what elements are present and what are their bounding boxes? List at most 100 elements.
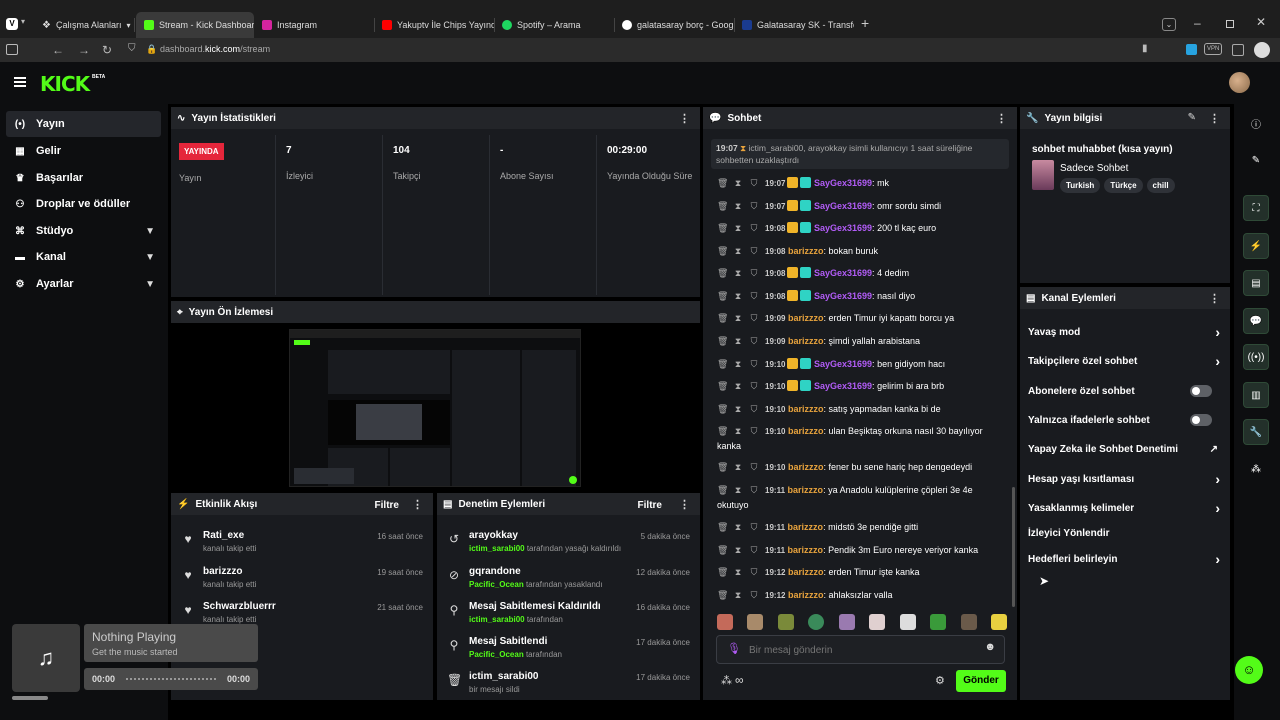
chat-scrollbar[interactable] (1012, 487, 1015, 607)
chevron-down-icon[interactable]: ▾ (21, 17, 25, 26)
chat-username[interactable]: barizzzo (788, 462, 824, 472)
timeout-icon[interactable]: ⧗ (733, 266, 743, 280)
emotes-only-toggle[interactable] (1190, 414, 1212, 426)
timeout-icon[interactable]: ⧗ (733, 588, 743, 602)
delete-message-icon[interactable]: 🗑 (717, 402, 728, 416)
event-user[interactable]: Rati_exe (203, 530, 244, 541)
fullscreen-icon[interactable]: ⛶ (1243, 195, 1269, 221)
delete-message-icon[interactable]: 🗑 (717, 334, 728, 348)
delete-message-icon[interactable]: 🗑 (717, 221, 728, 235)
ban-user-icon[interactable]: ⛉ (749, 244, 759, 258)
delete-message-icon[interactable]: 🗑 (717, 483, 728, 497)
music-progress-bar[interactable]: 00:00 00:00 (84, 668, 258, 690)
timeout-icon[interactable]: ⧗ (733, 289, 743, 303)
info-icon[interactable]: ⓘ (1243, 110, 1269, 136)
mod-target[interactable]: Mesaj Sabitlendi (469, 636, 547, 647)
chat-username[interactable]: barizzzo (788, 404, 824, 414)
browser-tab[interactable]: Spotify – Arama (494, 12, 614, 38)
delete-message-icon[interactable]: 🗑 (717, 289, 728, 303)
tag[interactable]: Turkish (1060, 178, 1101, 193)
ban-user-icon[interactable]: ⛉ (749, 334, 759, 348)
browser-tab[interactable]: galatasaray borç - Google' (614, 12, 734, 38)
music-artwork[interactable]: ♫ (12, 624, 80, 692)
browser-tab[interactable]: Yakuptv İle Chips Yayında K (374, 12, 494, 38)
more-options-icon[interactable]: ⋮ (1209, 112, 1220, 125)
emote-icon[interactable] (777, 614, 794, 630)
layout-icon[interactable]: ▥ (1243, 382, 1269, 408)
ban-user-icon[interactable]: ⛉ (749, 357, 759, 371)
browser-tab[interactable]: Instagram (254, 12, 374, 38)
emote-icon[interactable] (838, 614, 855, 630)
kick-logo[interactable]: KICK (40, 72, 90, 96)
timeout-icon[interactable]: ⧗ (733, 357, 743, 371)
ban-user-icon[interactable]: ⛉ (749, 424, 759, 438)
ban-user-icon[interactable]: ⛉ (749, 221, 759, 235)
playback-scrubber[interactable] (12, 696, 48, 700)
reload-icon[interactable]: ↻ (102, 43, 112, 57)
chat-username[interactable]: barizzzo (788, 590, 824, 600)
timeout-icon[interactable]: ⧗ (733, 199, 743, 213)
chat-tools-icon[interactable]: ⁂ (721, 674, 732, 687)
ban-user-icon[interactable]: ⛉ (749, 402, 759, 416)
timeout-icon[interactable]: ⧗ (733, 221, 743, 235)
event-user[interactable]: barizzzo (203, 566, 242, 577)
infinity-icon[interactable]: ∞ (735, 673, 744, 687)
delete-message-icon[interactable]: 🗑 (717, 266, 728, 280)
timeout-icon[interactable]: ⧗ (733, 334, 743, 348)
subscribers-only-toggle[interactable] (1190, 385, 1212, 397)
more-options-icon[interactable]: ⋮ (1209, 292, 1220, 305)
more-options-icon[interactable]: ⋮ (412, 498, 423, 511)
ai-moderation-row[interactable]: Yapay Zeka ile Sohbet Denetimi ↗ (1028, 438, 1220, 460)
chat-username[interactable]: SayGex31699 (814, 223, 872, 233)
delete-message-icon[interactable]: 🗑 (717, 424, 728, 438)
ban-user-icon[interactable]: ⛉ (749, 289, 759, 303)
chat-settings-icon[interactable]: ⚙ (935, 674, 945, 687)
ban-user-icon[interactable]: ⛉ (749, 199, 759, 213)
ban-user-icon[interactable]: ⛉ (749, 520, 759, 534)
ban-user-icon[interactable]: ⛉ (749, 311, 759, 325)
forward-icon[interactable]: → (78, 43, 90, 57)
sidebar-toggle-icon[interactable] (6, 44, 18, 55)
tag[interactable]: chill (1146, 178, 1175, 193)
edit-icon[interactable]: ✎ (1243, 147, 1269, 173)
extension-icon[interactable] (1186, 44, 1197, 55)
category-name[interactable]: Sadece Sohbet (1060, 163, 1128, 174)
bookmark-icon[interactable]: ▮ (1142, 43, 1148, 54)
edit-icon[interactable]: ✎ (1188, 112, 1196, 123)
delete-message-icon[interactable]: 🗑 (717, 244, 728, 258)
maximize-button[interactable] (1226, 20, 1234, 28)
chat-username[interactable]: barizzzo (788, 246, 824, 256)
close-window-button[interactable]: ✕ (1256, 15, 1266, 29)
emote-icon[interactable] (899, 614, 916, 630)
new-tab-button[interactable]: + (861, 15, 869, 31)
set-goals-row[interactable]: Hedefleri belirleyin › (1028, 548, 1220, 570)
delete-message-icon[interactable]: 🗑 (717, 588, 728, 602)
url-field[interactable]: dashboard.kick.com/stream (160, 44, 270, 54)
back-icon[interactable]: ← (52, 43, 64, 57)
emote-icon[interactable] (808, 614, 825, 630)
browser-tab[interactable]: Stream - Kick Dashboard (136, 12, 254, 38)
delete-message-icon[interactable]: 🗑 (717, 379, 728, 393)
chat-message-input[interactable] (749, 641, 969, 659)
timeout-icon[interactable]: ⧗ (733, 424, 743, 438)
sidebar-item-ayarlar[interactable]: ⚙ Ayarlar ▼ (6, 271, 161, 297)
document-icon[interactable]: ▤ (1243, 270, 1269, 296)
mod-target[interactable]: ictim_sarabi00 (469, 671, 539, 682)
tab-list-button[interactable]: ⌄ (1162, 18, 1176, 31)
banned-words-row[interactable]: Yasaklanmış kelimeler › (1028, 497, 1220, 519)
delete-message-icon[interactable]: 🗑 (717, 520, 728, 534)
timeout-icon[interactable]: ⧗ (733, 402, 743, 416)
chat-username[interactable]: SayGex31699 (814, 201, 872, 211)
chat-bubble-icon[interactable]: 💬 (1243, 308, 1269, 334)
mod-target[interactable]: gqrandone (469, 566, 521, 577)
slow-mode-row[interactable]: Yavaş mod › (1028, 321, 1220, 343)
chat-input-box[interactable]: 🎙 ☻ (716, 635, 1005, 664)
chat-username[interactable]: SayGex31699 (814, 381, 872, 391)
delete-message-icon[interactable]: 🗑 (717, 565, 728, 579)
mod-target[interactable]: Mesaj Sabitlemesi Kaldırıldı (469, 601, 601, 612)
ban-user-icon[interactable]: ⛉ (749, 483, 759, 497)
chat-username[interactable]: barizzzo (788, 522, 824, 532)
timeout-icon[interactable]: ⧗ (733, 520, 743, 534)
microphone-icon[interactable]: 🎙 (727, 642, 741, 655)
send-button[interactable]: Gönder (956, 670, 1006, 692)
